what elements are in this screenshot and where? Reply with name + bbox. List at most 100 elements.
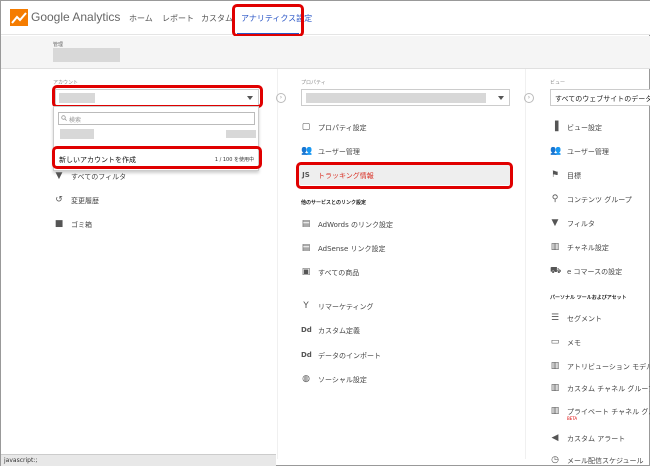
menu-label: プロパティ設定: [318, 124, 367, 132]
menu-item-content-grouping[interactable]: ⚲ コンテンツ グループ: [550, 193, 650, 207]
redacted-property: [306, 93, 486, 103]
products-icon: ▣: [301, 267, 311, 277]
menu-label: AdSense リンク設定: [318, 245, 386, 253]
menu-item-property-settings[interactable]: ▢ プロパティ設定: [301, 121, 501, 135]
clock-icon: ◷: [551, 455, 559, 465]
menu-item-segments[interactable]: ☰ セグメント: [550, 312, 650, 326]
menu-item-scheduled-emails[interactable]: ◷ メール配信スケジュール: [550, 454, 650, 466]
admin-label: 管理: [53, 42, 64, 48]
menu-label: すべての商品: [318, 269, 360, 277]
menu-label: e コマースの設定: [567, 268, 623, 276]
redacted-account-id: [226, 130, 256, 138]
menu-item-adsense-linking[interactable]: ▤ AdSense リンク設定: [301, 242, 501, 256]
filter-icon: ▼: [551, 218, 559, 228]
memo-icon: ▭: [550, 337, 560, 347]
brand-title: Google Analytics: [31, 10, 121, 24]
menu-item-data-import[interactable]: Dd データのインポート: [301, 349, 501, 363]
menu-label: ユーザー管理: [567, 148, 609, 156]
menu-label: アトリビューション モデル: [567, 363, 650, 371]
view-selected: すべてのウェブサイトのデータ: [555, 95, 650, 103]
users-icon: 👥: [301, 146, 313, 156]
person-icon: ⚲: [551, 194, 559, 204]
menu-item-all-filters[interactable]: ▼ すべてのフィルタ: [54, 170, 254, 184]
menu-item-custom-definitions[interactable]: Dd カスタム定義: [301, 324, 501, 338]
menu-label: メモ: [567, 339, 581, 347]
filter-icon: ▼: [55, 171, 63, 181]
redacted-account-name: [53, 48, 120, 62]
document-icon: ▐: [551, 122, 559, 132]
menu-item-channel-settings[interactable]: ▥ チャネル設定: [550, 241, 650, 255]
menu-item-annotations[interactable]: ▭ メモ: [550, 336, 650, 350]
top-bar: Google Analytics ホーム レポート カスタム アナリティクス設定: [1, 1, 650, 35]
menu-label: 目標: [567, 172, 581, 180]
beta-badge: BETA: [567, 416, 578, 421]
menu-label: すべてのフィルタ: [71, 173, 127, 181]
view-select[interactable]: すべてのウェブサイトのデータ: [550, 89, 650, 106]
nav-home[interactable]: ホーム: [129, 13, 153, 24]
menu-item-custom-channel-groups[interactable]: ▥ カスタム チャネル グループ: [550, 382, 650, 396]
attribution-icon: ▥: [550, 361, 560, 371]
search-placeholder: 検索: [69, 117, 82, 124]
channel-icon: ▥: [550, 242, 560, 252]
menu-item-adwords-linking[interactable]: ▤ AdWords のリンク設定: [301, 218, 501, 232]
menu-label: トラッキング情報: [318, 172, 374, 180]
linking-section-header: 他のサービスとのリンク設定: [301, 200, 366, 206]
channel-icon: ▥: [550, 406, 560, 416]
segment-icon: ☰: [550, 313, 560, 323]
menu-item-ecommerce-settings[interactable]: ⛟ e コマースの設定: [550, 265, 650, 279]
menu-label: セグメント: [567, 315, 602, 323]
menu-item-view-filters[interactable]: ▼ フィルタ: [550, 217, 650, 231]
menu-item-all-products[interactable]: ▣ すべての商品: [301, 266, 501, 280]
cart-icon: ⛟: [550, 266, 562, 276]
menu-label: チャネル設定: [567, 244, 609, 252]
search-icon: [61, 115, 67, 121]
chevron-down-icon: [498, 96, 504, 100]
remarketing-icon: Y: [303, 301, 309, 311]
menu-label: プライベート チャネル グルー: [567, 408, 650, 416]
personal-section-header: パーソナル ツールおよびアセット: [550, 295, 627, 301]
menu-label: カスタム定義: [318, 327, 360, 335]
property-select[interactable]: [301, 89, 510, 106]
create-account-row[interactable]: 新しいアカウントを作成 1 / 100 を使用中: [56, 150, 257, 168]
property-column-label: プロパティ: [301, 80, 326, 86]
menu-label: 変更履歴: [71, 197, 99, 205]
menu-item-view-user-management[interactable]: 👥 ユーザー管理: [550, 145, 650, 159]
menu-item-custom-alerts[interactable]: ◀ カスタム アラート: [550, 432, 650, 446]
arrow-right-icon: ›: [524, 93, 534, 103]
redacted-account-item[interactable]: [60, 129, 94, 139]
divider: [525, 69, 526, 459]
menu-label: コンテンツ グループ: [567, 196, 632, 204]
chevron-down-icon: [247, 96, 253, 100]
redacted-account: [59, 93, 95, 103]
account-search-input[interactable]: 検索: [58, 112, 255, 125]
trash-icon: ■: [54, 219, 64, 229]
menu-label: カスタム チャネル グループ: [567, 385, 650, 393]
menu-label: ゴミ箱: [71, 221, 92, 229]
settings-icon: ▢: [301, 122, 311, 132]
users-icon: 👥: [550, 146, 562, 156]
menu-label: メール配信スケジュール: [567, 457, 644, 465]
dd-icon: Dd: [301, 351, 312, 359]
menu-label: データのインポート: [318, 352, 381, 360]
menu-item-tracking-info[interactable]: JS トラッキング情報: [301, 169, 501, 183]
js-icon: JS: [302, 171, 310, 179]
nav-admin[interactable]: アナリティクス設定: [241, 13, 312, 24]
google-analytics-logo-icon[interactable]: [10, 9, 28, 26]
menu-item-attribution-models[interactable]: ▥ アトリビューション モデル: [550, 360, 650, 374]
menu-item-private-channel-groups[interactable]: ▥ プライベート チャネル グルー BETA: [550, 405, 650, 423]
nav-custom[interactable]: カスタム: [201, 13, 233, 24]
menu-item-trash[interactable]: ■ ゴミ箱: [54, 218, 254, 232]
menu-label: カスタム アラート: [567, 435, 626, 443]
browser-status-bar: javascript:;: [1, 454, 276, 466]
account-select[interactable]: [55, 89, 259, 106]
view-column-label: ビュー: [550, 80, 566, 86]
history-icon: ↺: [55, 195, 63, 205]
nav-report[interactable]: レポート: [162, 13, 194, 24]
menu-item-remarketing[interactable]: Y リマーケティング: [301, 300, 501, 314]
menu-item-goals[interactable]: ⚑ 目標: [550, 169, 650, 183]
account-column-label: アカウント: [53, 80, 79, 86]
menu-item-social-settings[interactable]: ◍ ソーシャル設定: [301, 373, 501, 387]
menu-item-view-settings[interactable]: ▐ ビュー設定: [550, 121, 650, 135]
menu-item-change-history[interactable]: ↺ 変更履歴: [54, 194, 254, 208]
menu-item-property-user-management[interactable]: 👥 ユーザー管理: [301, 145, 501, 159]
